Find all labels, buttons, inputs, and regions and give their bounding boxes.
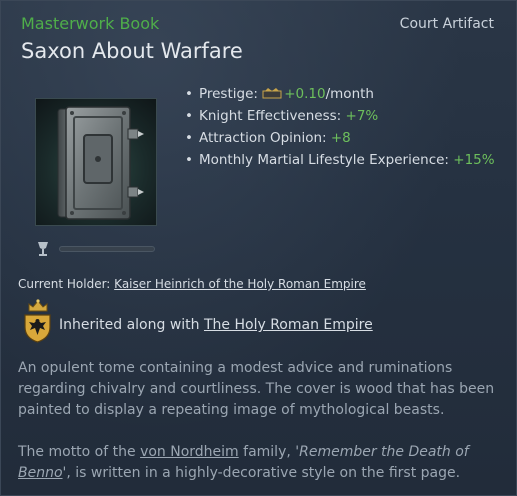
modifier-martial-lifestyle: • Monthly Martial Lifestyle Experience: +…: [185, 152, 495, 168]
modifier-attraction-opinion: • Attraction Opinion: +8: [185, 130, 351, 146]
modifier-prestige: • Prestige: +0.10/month: [185, 86, 374, 102]
modifier-knight-effectiveness: • Knight Effectiveness: +7%: [185, 108, 379, 124]
imperial-eagle-coa[interactable]: [22, 313, 53, 343]
family-link[interactable]: von Nordheim: [140, 444, 239, 460]
current-holder: Current Holder: Kaiser Heinrich of the H…: [18, 277, 366, 291]
artifact-image: [35, 98, 157, 226]
crown-icon: [28, 299, 48, 312]
artifact-motto: The motto of the von Nordheim family, 'R…: [18, 444, 469, 481]
inherited-title-link[interactable]: The Holy Roman Empire: [204, 317, 373, 333]
artifact-category-label: Court Artifact: [399, 16, 494, 32]
character-link[interactable]: Benno: [18, 465, 63, 481]
artifact-description: An opulent tome containing a modest advi…: [18, 360, 495, 418]
artifact-type-label: Masterwork Book: [21, 14, 160, 33]
goblet-icon: [38, 242, 48, 256]
modifier-list: • Prestige: +0.10/month • Knight Effective…: [185, 83, 495, 171]
artifact-title: Saxon About Warfare: [21, 39, 243, 63]
holder-link[interactable]: Kaiser Heinrich of the Holy Roman Empire: [114, 277, 366, 291]
artifact-tooltip: Masterwork Book Court Artifact Saxon Abo…: [0, 0, 517, 496]
durability-bar: [59, 246, 155, 252]
iron-bound-book-icon: [57, 106, 144, 220]
inheritance-line: Inherited along with The Holy Roman Empi…: [59, 317, 373, 333]
prestige-icon: [262, 88, 282, 99]
